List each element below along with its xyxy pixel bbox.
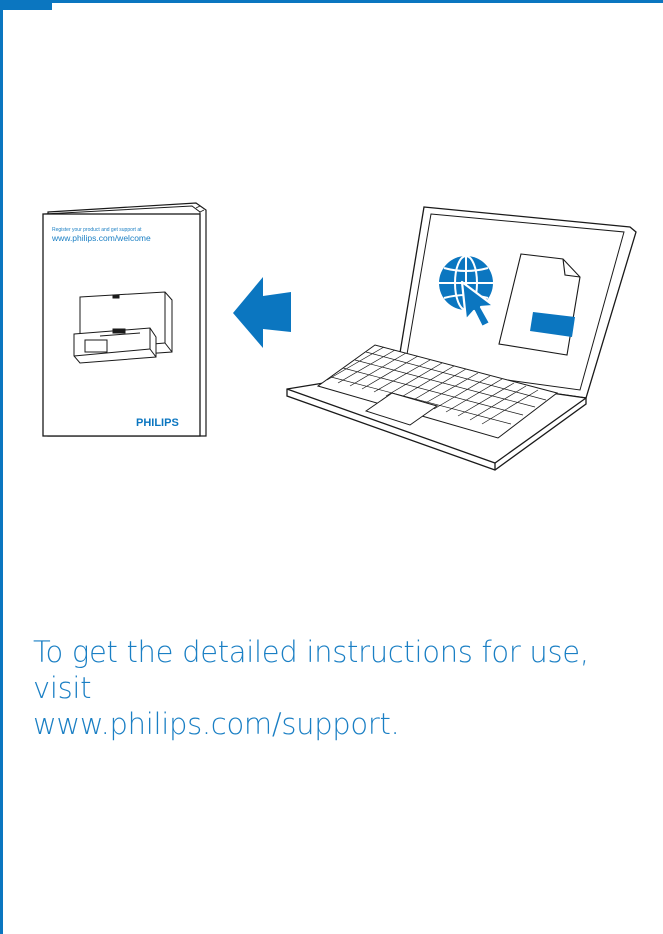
user-manual-booklet: Register your product and get support at…	[42, 202, 207, 437]
laptop	[286, 206, 637, 471]
instructions-line-1: To get the detailed instructions for use…	[33, 635, 589, 705]
support-instructions: To get the detailed instructions for use…	[33, 634, 653, 742]
booklet-brand-logo: PHILIPS	[136, 417, 179, 429]
booklet-url: www.philips.com/welcome	[51, 233, 151, 243]
support-url[interactable]: www.philips.com/support.	[33, 706, 653, 742]
illustration: Register your product and get support at…	[42, 202, 637, 471]
speaker-dock-drawing	[73, 291, 173, 364]
arrow-left-icon	[233, 277, 291, 348]
